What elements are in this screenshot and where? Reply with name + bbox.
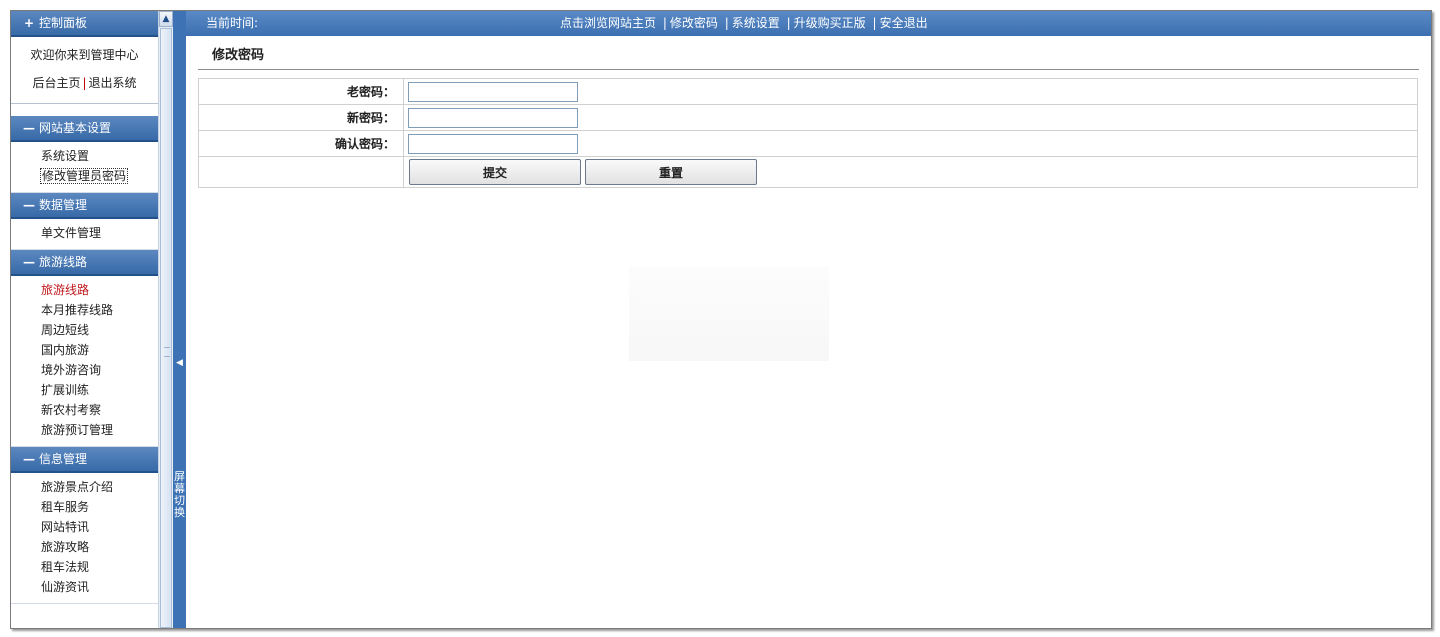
menu-group-title: 网站基本设置 bbox=[39, 121, 112, 135]
sidebar-item-change-admin-password[interactable]: 修改管理员密码 bbox=[11, 166, 158, 186]
welcome-text: 欢迎你来到管理中心 bbox=[30, 48, 139, 62]
welcome-links: 后台主页 | 退出系统 bbox=[11, 69, 158, 97]
form-cell bbox=[403, 78, 1418, 105]
scroll-up-icon[interactable]: ▲ bbox=[159, 11, 173, 27]
screen-toggle-bar[interactable]: ◀ 屏幕切换 bbox=[173, 11, 186, 628]
sidebar-item-car-rental[interactable]: 租车服务 bbox=[11, 497, 158, 517]
link-separator: | bbox=[724, 16, 729, 30]
sidebar-item-short-trips[interactable]: 周边短线 bbox=[11, 320, 158, 340]
current-time-label: 当前时间: bbox=[206, 16, 259, 30]
sidebar-item-travel-routes[interactable]: 旅游线路 bbox=[11, 280, 158, 300]
sidebar-item-overseas[interactable]: 境外游咨询 bbox=[11, 360, 158, 380]
confirm-password-label: 确认密码： bbox=[198, 130, 404, 157]
old-password-label: 老密码： bbox=[198, 78, 404, 105]
menu-group-info: — 信息管理 旅游景点介绍 租车服务 网站特讯 旅游攻略 租车法规 仙游资讯 bbox=[11, 447, 158, 604]
sidebar-scrollbar[interactable]: ▲ bbox=[158, 11, 173, 628]
logout-link[interactable]: 退出系统 bbox=[89, 76, 137, 90]
menu-group-site-settings: — 网站基本设置 系统设置 修改管理员密码 bbox=[11, 116, 158, 193]
scroll-thumb[interactable] bbox=[160, 28, 172, 628]
screen-toggle-label: 屏幕切换 bbox=[174, 470, 185, 519]
sidebar-item-booking-management[interactable]: 旅游预订管理 bbox=[11, 420, 158, 440]
control-panel-header[interactable]: + 控制面板 bbox=[11, 11, 158, 37]
control-panel-title: 控制面板 bbox=[39, 16, 88, 30]
top-bar: 当前时间: 点击浏览网站主页 | 修改密码 | 系统设置 | 升级购买正版 | 安全退出 bbox=[186, 11, 1431, 36]
empty-label-cell bbox=[198, 156, 404, 188]
submit-button[interactable]: 提交 bbox=[409, 159, 581, 185]
system-settings-link[interactable]: 系统设置 bbox=[732, 16, 780, 30]
menu-group-title: 信息管理 bbox=[39, 452, 88, 466]
change-password-link[interactable]: 修改密码 bbox=[670, 16, 718, 30]
scroll-grip-icon bbox=[164, 347, 170, 357]
minus-icon: — bbox=[23, 255, 35, 269]
main-content: 当前时间: 点击浏览网站主页 | 修改密码 | 系统设置 | 升级购买正版 | 安全退出… bbox=[186, 11, 1431, 628]
upgrade-link[interactable]: 升级购买正版 bbox=[794, 16, 866, 30]
menu-group-travel-routes: — 旅游线路 旅游线路 本月推荐线路 周边短线 国内旅游 境外游咨询 扩展训练 新… bbox=[11, 250, 158, 447]
menu-group-title: 旅游线路 bbox=[39, 255, 88, 269]
reset-button[interactable]: 重置 bbox=[585, 159, 757, 185]
form-buttons-cell: 提交 重置 bbox=[403, 156, 1418, 188]
new-password-field[interactable] bbox=[408, 107, 578, 128]
browse-site-link[interactable]: 点击浏览网站主页 bbox=[560, 16, 656, 30]
link-separator: | bbox=[662, 16, 667, 30]
menu-group-header[interactable]: — 旅游线路 bbox=[11, 250, 158, 276]
sidebar-item-attractions[interactable]: 旅游景点介绍 bbox=[11, 477, 158, 497]
sidebar-item-site-news[interactable]: 网站特讯 bbox=[11, 517, 158, 537]
form-row: 确认密码： bbox=[198, 130, 1418, 157]
plus-icon: + bbox=[23, 16, 35, 30]
menu-group-header[interactable]: — 信息管理 bbox=[11, 447, 158, 473]
sidebar-item-monthly-recommended[interactable]: 本月推荐线路 bbox=[11, 300, 158, 320]
browser-frame: + 控制面板 欢迎你来到管理中心 后台主页 | 退出系统 — 网站基本设置 系统设置 修… bbox=[10, 10, 1432, 629]
link-separator: | bbox=[786, 16, 791, 30]
link-separator: | bbox=[872, 16, 877, 30]
form-row: 老密码： bbox=[198, 78, 1418, 105]
sidebar-item-single-file[interactable]: 单文件管理 bbox=[11, 223, 158, 243]
background-watermark bbox=[629, 266, 829, 361]
change-password-form: 老密码： 新密码： 确认密码： 提交 重置 bbox=[198, 78, 1418, 188]
sidebar-item-xianyou-news[interactable]: 仙游资讯 bbox=[11, 577, 158, 597]
menu-group-header[interactable]: — 数据管理 bbox=[11, 193, 158, 219]
sidebar-item-domestic[interactable]: 国内旅游 bbox=[11, 340, 158, 360]
sidebar-item-system-settings[interactable]: 系统设置 bbox=[11, 146, 158, 166]
collapse-arrow-icon[interactable]: ◀ bbox=[173, 358, 186, 368]
form-cell bbox=[403, 130, 1418, 157]
confirm-password-field[interactable] bbox=[408, 133, 578, 154]
menu-group-title: 数据管理 bbox=[39, 198, 88, 212]
welcome-box: 欢迎你来到管理中心 后台主页 | 退出系统 bbox=[11, 37, 158, 104]
menu-group-data: — 数据管理 单文件管理 bbox=[11, 193, 158, 250]
minus-icon: — bbox=[23, 198, 35, 212]
minus-icon: — bbox=[23, 452, 35, 466]
sidebar-item-rental-rules[interactable]: 租车法规 bbox=[11, 557, 158, 577]
form-row: 提交 重置 bbox=[198, 156, 1418, 188]
sidebar-item-travel-guide[interactable]: 旅游攻略 bbox=[11, 537, 158, 557]
link-separator: | bbox=[82, 76, 87, 90]
sidebar: + 控制面板 欢迎你来到管理中心 后台主页 | 退出系统 — 网站基本设置 系统设置 修… bbox=[11, 11, 159, 628]
top-links: 点击浏览网站主页 | 修改密码 | 系统设置 | 升级购买正版 | 安全退出 bbox=[560, 11, 928, 36]
page-title: 修改密码 bbox=[198, 44, 1419, 70]
home-link[interactable]: 后台主页 bbox=[32, 76, 80, 90]
minus-icon: — bbox=[23, 121, 35, 135]
form-row: 新密码： bbox=[198, 104, 1418, 131]
sidebar-item-training[interactable]: 扩展训练 bbox=[11, 380, 158, 400]
menu-group-header[interactable]: — 网站基本设置 bbox=[11, 116, 158, 142]
form-cell bbox=[403, 104, 1418, 131]
sidebar-item-rural-tour[interactable]: 新农村考察 bbox=[11, 400, 158, 420]
new-password-label: 新密码： bbox=[198, 104, 404, 131]
safe-logout-link[interactable]: 安全退出 bbox=[880, 16, 928, 30]
old-password-field[interactable] bbox=[408, 81, 578, 102]
